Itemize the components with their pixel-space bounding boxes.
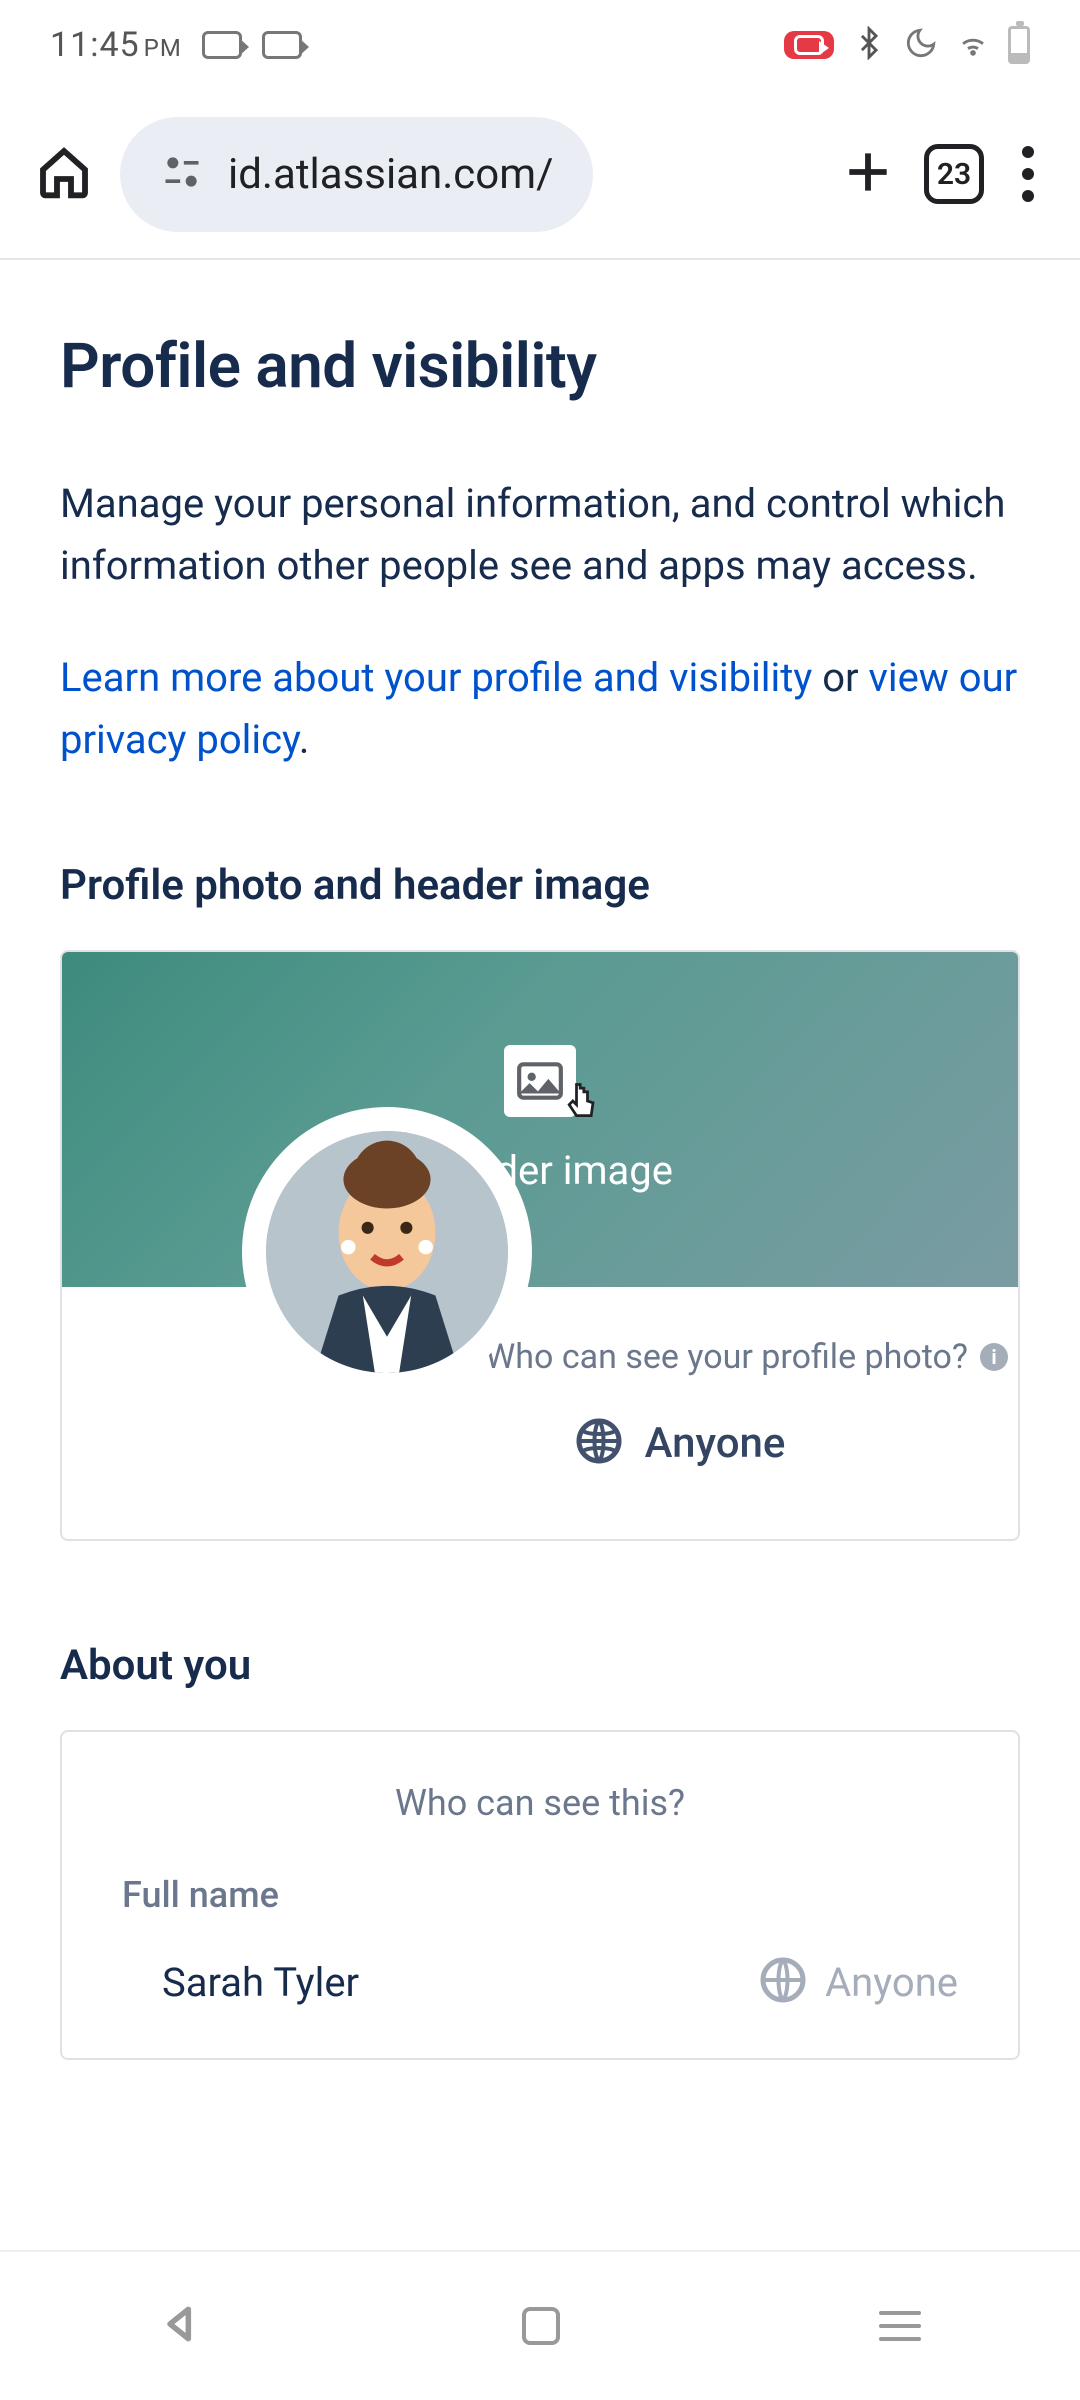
wifi-icon xyxy=(956,26,990,64)
pointer-cursor-icon xyxy=(560,1079,604,1127)
status-time: 11:45PM xyxy=(50,25,182,65)
globe-icon xyxy=(575,1417,623,1469)
header-image-area[interactable]: r header image xyxy=(62,952,1018,1287)
status-bar: 11:45PM xyxy=(0,0,1080,90)
page-content: Profile and visibility Manage your perso… xyxy=(0,260,1080,2250)
back-button[interactable] xyxy=(159,2302,203,2350)
battery-icon xyxy=(1008,26,1030,64)
recents-button[interactable] xyxy=(879,2311,921,2341)
new-tab-button[interactable] xyxy=(840,144,896,204)
browser-toolbar: id.atlassian.com/ 23 xyxy=(0,90,1080,260)
globe-icon xyxy=(759,1956,807,2008)
site-settings-icon xyxy=(160,150,204,198)
camera-icon xyxy=(262,31,302,59)
upload-header-icon xyxy=(504,1045,576,1117)
about-section-title: About you xyxy=(60,1641,1020,1690)
full-name-value[interactable]: Sarah Tyler xyxy=(162,1959,359,2006)
home-button[interactable] xyxy=(36,144,92,204)
bluetooth-icon xyxy=(852,26,886,64)
info-icon[interactable]: i xyxy=(980,1343,1008,1371)
profile-avatar[interactable] xyxy=(242,1107,532,1397)
overflow-menu-button[interactable] xyxy=(1012,136,1044,212)
about-card: Who can see this? Full name Sarah Tyler … xyxy=(60,1730,1020,2060)
address-bar[interactable]: id.atlassian.com/ xyxy=(120,117,593,232)
url-text: id.atlassian.com/ xyxy=(228,150,553,199)
photo-section-title: Profile photo and header image xyxy=(60,861,1020,910)
learn-more-link[interactable]: Learn more about your profile and visibi… xyxy=(60,654,812,701)
page-title: Profile and visibility xyxy=(60,330,1020,403)
full-name-visibility-value: Anyone xyxy=(825,1959,958,2006)
photo-visibility-label: Who can see your profile photo? i xyxy=(102,1337,978,1377)
photo-card: r header image xyxy=(60,950,1020,1541)
do-not-disturb-icon xyxy=(904,26,938,64)
links-paragraph: Learn more about your profile and visibi… xyxy=(60,647,1020,771)
camera-icon xyxy=(202,31,242,59)
recording-badge-icon xyxy=(784,31,834,59)
intro-paragraph: Manage your personal information, and co… xyxy=(60,473,1020,597)
photo-visibility-value: Anyone xyxy=(645,1419,786,1468)
full-name-label: Full name xyxy=(122,1874,958,1916)
about-visibility-header: Who can see this? xyxy=(122,1782,958,1824)
system-nav-bar xyxy=(0,2250,1080,2400)
photo-visibility-selector[interactable]: Anyone xyxy=(102,1417,978,1469)
home-nav-button[interactable] xyxy=(522,2307,560,2345)
full-name-visibility-selector[interactable]: Anyone xyxy=(759,1956,958,2008)
tab-switcher-button[interactable]: 23 xyxy=(924,144,984,204)
